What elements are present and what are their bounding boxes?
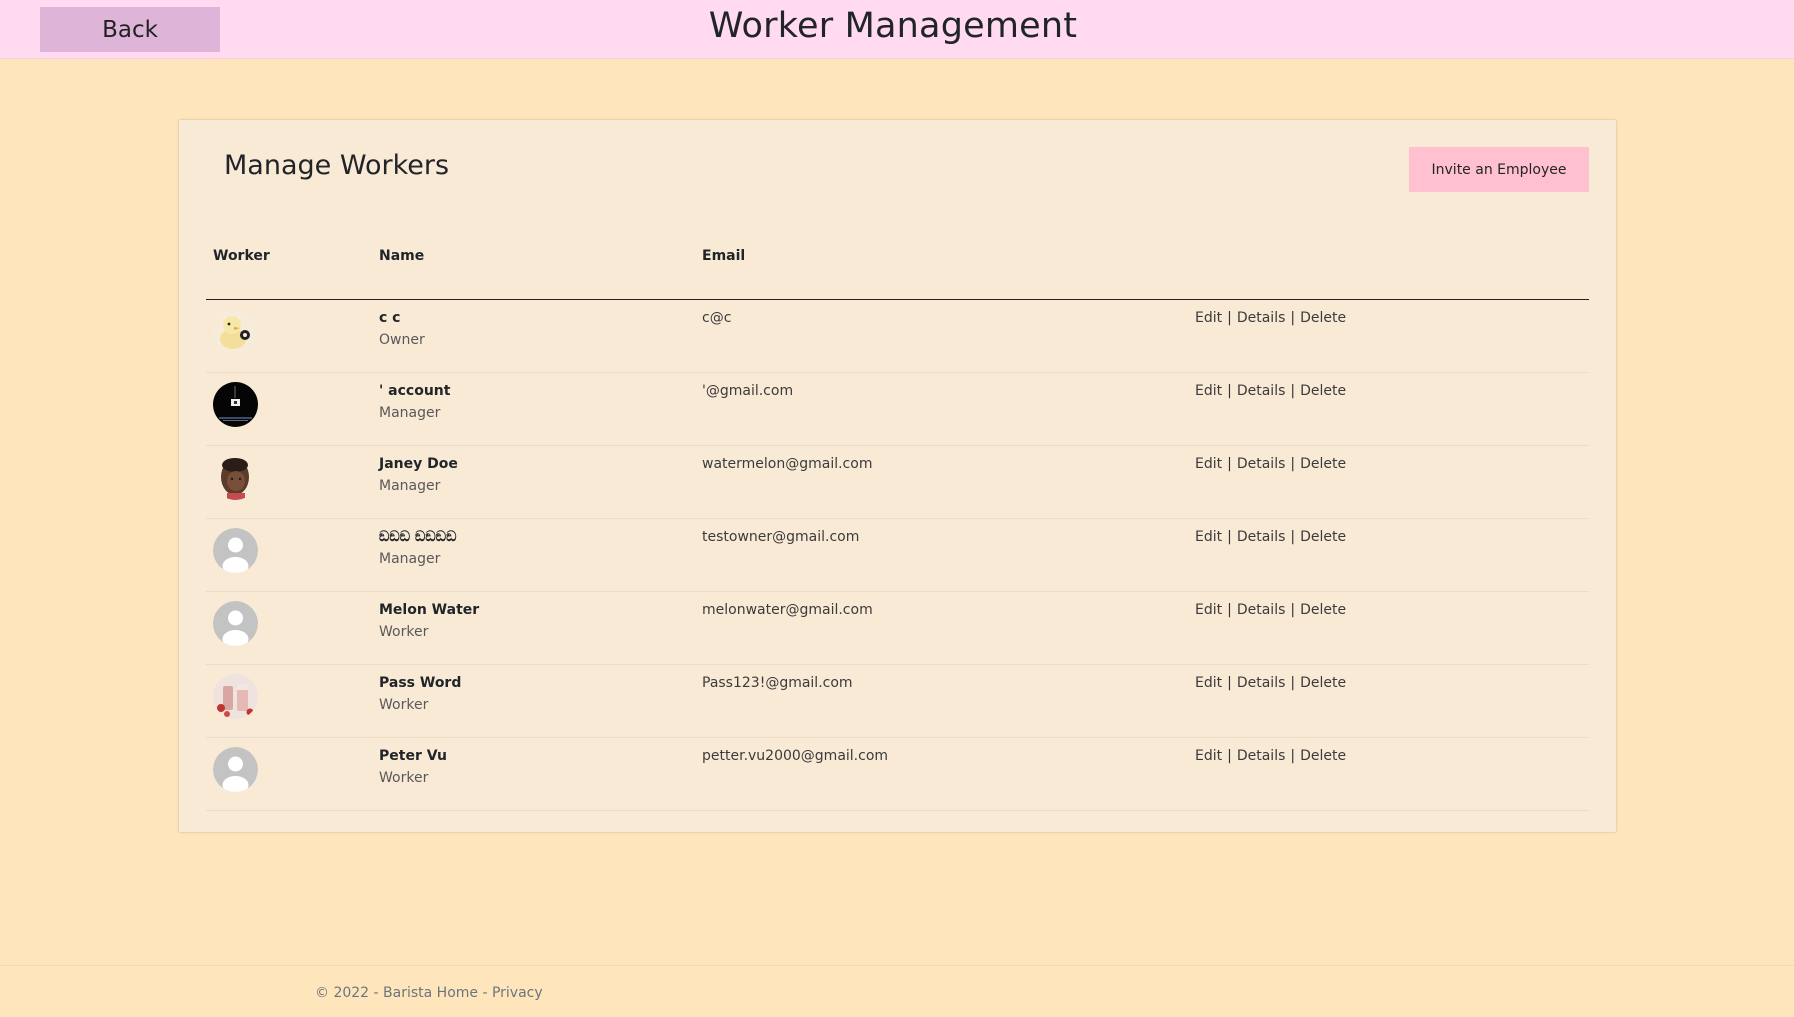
delete-link[interactable]: Delete xyxy=(1300,602,1346,618)
drinks-photo-avatar-icon xyxy=(213,674,258,719)
worker-email: testowner@gmail.com xyxy=(702,529,860,545)
details-link[interactable]: Details xyxy=(1237,748,1286,764)
row-actions: Edit | Details | Delete xyxy=(1195,748,1346,764)
worker-role: Manager xyxy=(379,405,441,421)
action-separator: | xyxy=(1227,748,1232,764)
table-row: Peter Vu Worker petter.vu2000@gmail.com … xyxy=(206,738,1589,811)
worker-name: Pass Word xyxy=(379,675,462,691)
column-header-name: Name xyxy=(379,248,425,264)
default-user-avatar-icon xyxy=(213,528,258,573)
delete-link[interactable]: Delete xyxy=(1300,529,1346,545)
edit-link[interactable]: Edit xyxy=(1195,748,1222,764)
action-separator: | xyxy=(1290,310,1296,326)
delete-link[interactable]: Delete xyxy=(1300,675,1346,691)
worker-name: ඞඞඞ ඞඞඞඞ xyxy=(379,529,457,545)
action-separator: | xyxy=(1290,383,1296,399)
footer-text: © 2022 - Barista Home - Privacy xyxy=(315,985,543,1001)
table-row: ' account Manager '@gmail.com Edit | Detai… xyxy=(206,373,1589,446)
worker-name: ' account xyxy=(379,383,451,399)
worker-email: melonwater@gmail.com xyxy=(702,602,873,618)
worker-name: Janey Doe xyxy=(379,456,458,472)
duck-avatar-icon xyxy=(213,309,258,354)
action-separator: | xyxy=(1227,456,1232,472)
details-link[interactable]: Details xyxy=(1237,602,1286,618)
table-row: Pass Word Worker Pass123!@gmail.com Edit… xyxy=(206,665,1589,738)
table-row: Janey Doe Manager watermelon@gmail.com E… xyxy=(206,446,1589,519)
worker-role: Owner xyxy=(379,332,425,348)
action-separator: | xyxy=(1290,529,1296,545)
copyright-text: © 2022 - Barista Home - xyxy=(315,985,492,1001)
workers-table: Worker Name Email c c Owner c@c Edit | D… xyxy=(206,230,1589,811)
details-link[interactable]: Details xyxy=(1237,529,1286,545)
details-link[interactable]: Details xyxy=(1237,675,1286,691)
worker-role: Manager xyxy=(379,551,441,567)
edit-link[interactable]: Edit xyxy=(1195,456,1222,472)
delete-link[interactable]: Delete xyxy=(1300,456,1346,472)
worker-role: Worker xyxy=(379,624,429,640)
action-separator: | xyxy=(1290,748,1296,764)
row-actions: Edit | Details | Delete xyxy=(1195,310,1346,326)
details-link[interactable]: Details xyxy=(1237,456,1286,472)
worker-name: Peter Vu xyxy=(379,748,448,764)
default-user-avatar-icon xyxy=(213,747,258,792)
worker-email: petter.vu2000@gmail.com xyxy=(702,748,889,764)
card-title: Manage Workers xyxy=(224,150,450,181)
footer: © 2022 - Barista Home - Privacy xyxy=(0,965,1794,1017)
worker-role: Worker xyxy=(379,697,429,713)
top-bar: Back Worker Management xyxy=(0,0,1794,59)
column-header-email: Email xyxy=(702,248,746,264)
page-title: Worker Management xyxy=(708,6,1078,46)
worker-email: Pass123!@gmail.com xyxy=(702,675,853,691)
edit-link[interactable]: Edit xyxy=(1195,383,1222,399)
action-separator: | xyxy=(1227,675,1232,691)
edit-link[interactable]: Edit xyxy=(1195,310,1222,326)
action-separator: | xyxy=(1227,529,1232,545)
table-row: ඞඞඞ ඞඞඞඞ Manager testowner@gmail.com Edi… xyxy=(206,519,1589,592)
worker-name: Melon Water xyxy=(379,602,480,618)
edit-link[interactable]: Edit xyxy=(1195,675,1222,691)
table-header: Worker Name Email xyxy=(206,230,1589,300)
action-separator: | xyxy=(1227,310,1232,326)
row-actions: Edit | Details | Delete xyxy=(1195,529,1346,545)
action-separator: | xyxy=(1290,675,1296,691)
table-row: c c Owner c@c Edit | Details | Delete xyxy=(206,300,1589,373)
row-actions: Edit | Details | Delete xyxy=(1195,456,1346,472)
worker-name: c c xyxy=(379,310,401,326)
delete-link[interactable]: Delete xyxy=(1300,748,1346,764)
delete-link[interactable]: Delete xyxy=(1300,383,1346,399)
delete-link[interactable]: Delete xyxy=(1300,310,1346,326)
invite-employee-button[interactable]: Invite an Employee xyxy=(1409,147,1589,192)
worker-email: '@gmail.com xyxy=(702,383,794,399)
worker-email: c@c xyxy=(702,310,732,326)
details-link[interactable]: Details xyxy=(1237,383,1286,399)
row-actions: Edit | Details | Delete xyxy=(1195,383,1346,399)
action-separator: | xyxy=(1290,456,1296,472)
edit-link[interactable]: Edit xyxy=(1195,529,1222,545)
action-separator: | xyxy=(1290,602,1296,618)
night-scene-avatar-icon xyxy=(213,382,258,427)
action-separator: | xyxy=(1227,383,1232,399)
child-photo-avatar-icon xyxy=(213,455,258,500)
edit-link[interactable]: Edit xyxy=(1195,602,1222,618)
privacy-link[interactable]: Privacy xyxy=(492,985,543,1001)
table-row: Melon Water Worker melonwater@gmail.com … xyxy=(206,592,1589,665)
default-user-avatar-icon xyxy=(213,601,258,646)
worker-role: Worker xyxy=(379,770,429,786)
manage-workers-card: Manage Workers Invite an Employee Worker… xyxy=(179,120,1616,832)
worker-role: Manager xyxy=(379,478,441,494)
column-header-worker: Worker xyxy=(213,248,270,264)
details-link[interactable]: Details xyxy=(1237,310,1286,326)
row-actions: Edit | Details | Delete xyxy=(1195,602,1346,618)
row-actions: Edit | Details | Delete xyxy=(1195,675,1346,691)
action-separator: | xyxy=(1227,602,1232,618)
worker-email: watermelon@gmail.com xyxy=(702,456,873,472)
